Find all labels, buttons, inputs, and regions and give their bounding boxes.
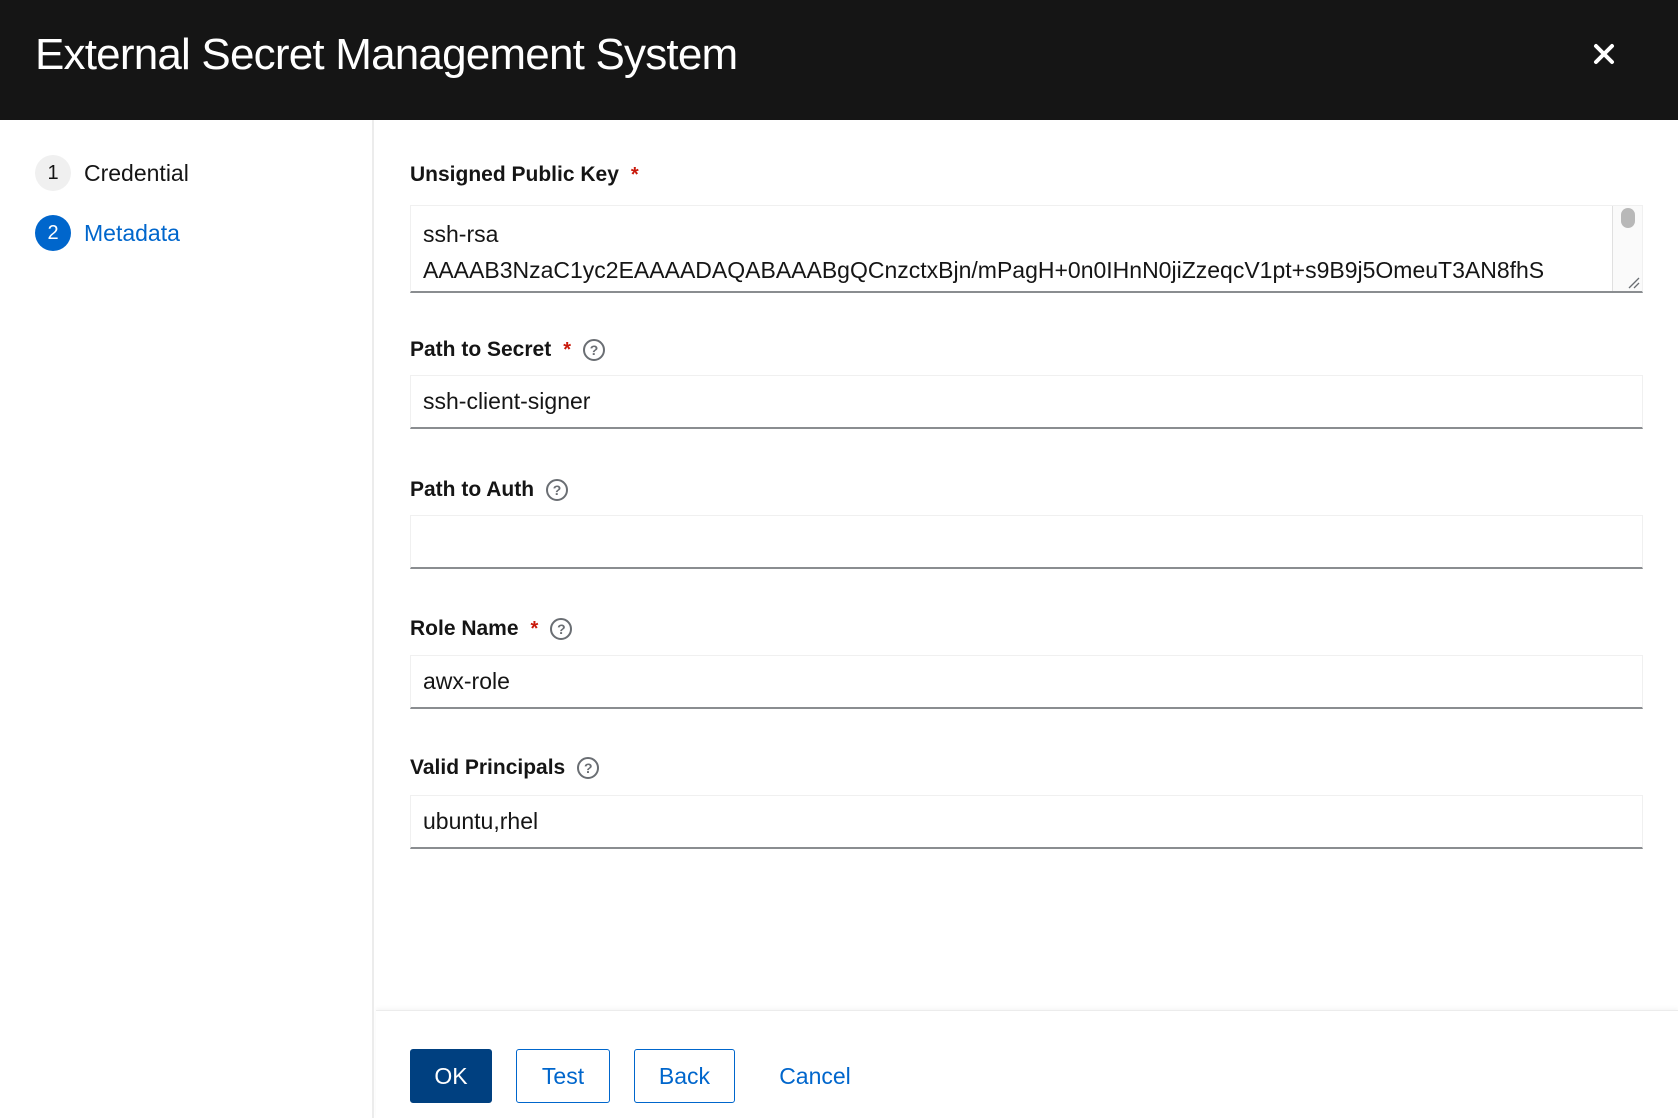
required-indicator: * — [563, 338, 572, 361]
step-number: 1 — [35, 155, 71, 191]
modal-header: External Secret Management System — [0, 0, 1678, 120]
path-to-auth-input[interactable] — [410, 515, 1643, 569]
field-label: Role Name * ? — [410, 614, 1643, 644]
field-path-to-auth: Path to Auth ? — [410, 475, 1643, 569]
step-number: 2 — [35, 215, 71, 251]
field-valid-principals: Valid Principals ? ubuntu,rhel — [410, 753, 1643, 849]
modal-dialog: External Secret Management System 1 Cred… — [0, 0, 1678, 1118]
close-icon — [1594, 44, 1614, 64]
nav-item-label: Credential — [84, 159, 189, 186]
back-button[interactable]: Back — [634, 1049, 735, 1103]
label-text: Unsigned Public Key — [410, 163, 619, 186]
field-path-to-secret: Path to Secret * ? ssh-client-signer — [410, 335, 1643, 429]
close-button[interactable] — [1584, 34, 1624, 74]
help-icon[interactable]: ? — [546, 479, 569, 501]
valid-principals-input[interactable]: ubuntu,rhel — [410, 795, 1643, 849]
textarea-line: AAAAB3NzaC1yc2EAAAADAQABAAABgQCnzctxBjn/… — [423, 257, 1545, 283]
modal-title: External Secret Management System — [35, 30, 738, 79]
help-icon[interactable]: ? — [583, 339, 606, 361]
role-name-input[interactable]: awx-role — [410, 655, 1643, 709]
field-label: Valid Principals ? — [410, 753, 1643, 783]
label-text: Valid Principals — [410, 756, 566, 779]
label-text: Role Name — [410, 617, 519, 640]
label-text: Path to Secret — [410, 338, 552, 361]
ok-button[interactable]: OK — [410, 1049, 492, 1103]
nav-item-credential[interactable]: 1 Credential — [35, 155, 189, 191]
modal-footer: OK Test Back Cancel — [376, 1010, 1678, 1118]
scrollbar-thumb[interactable] — [1621, 208, 1635, 228]
help-icon[interactable]: ? — [550, 618, 573, 640]
textarea-line: ssh-rsa — [423, 221, 499, 247]
field-label: Path to Auth ? — [410, 475, 1643, 505]
nav-item-metadata[interactable]: 2 Metadata — [35, 215, 180, 251]
field-label: Unsigned Public Key * — [410, 160, 1643, 190]
field-role-name: Role Name * ? awx-role — [410, 614, 1643, 709]
nav-item-label: Metadata — [84, 219, 180, 246]
wizard-nav: 1 Credential 2 Metadata — [0, 120, 374, 1118]
test-button[interactable]: Test — [516, 1049, 610, 1103]
cancel-button[interactable]: Cancel — [760, 1049, 870, 1103]
resize-handle-icon[interactable] — [1626, 275, 1640, 289]
field-public-key: Unsigned Public Key * ssh-rsa AAAAB3NzaC… — [410, 160, 1643, 293]
help-icon[interactable]: ? — [577, 757, 600, 779]
label-text: Path to Auth — [410, 478, 535, 501]
required-indicator: * — [630, 163, 639, 186]
path-to-secret-input[interactable]: ssh-client-signer — [410, 375, 1643, 429]
required-indicator: * — [530, 617, 539, 640]
public-key-textarea[interactable]: ssh-rsa AAAAB3NzaC1yc2EAAAADAQABAAABgQCn… — [410, 205, 1643, 293]
field-label: Path to Secret * ? — [410, 335, 1643, 365]
